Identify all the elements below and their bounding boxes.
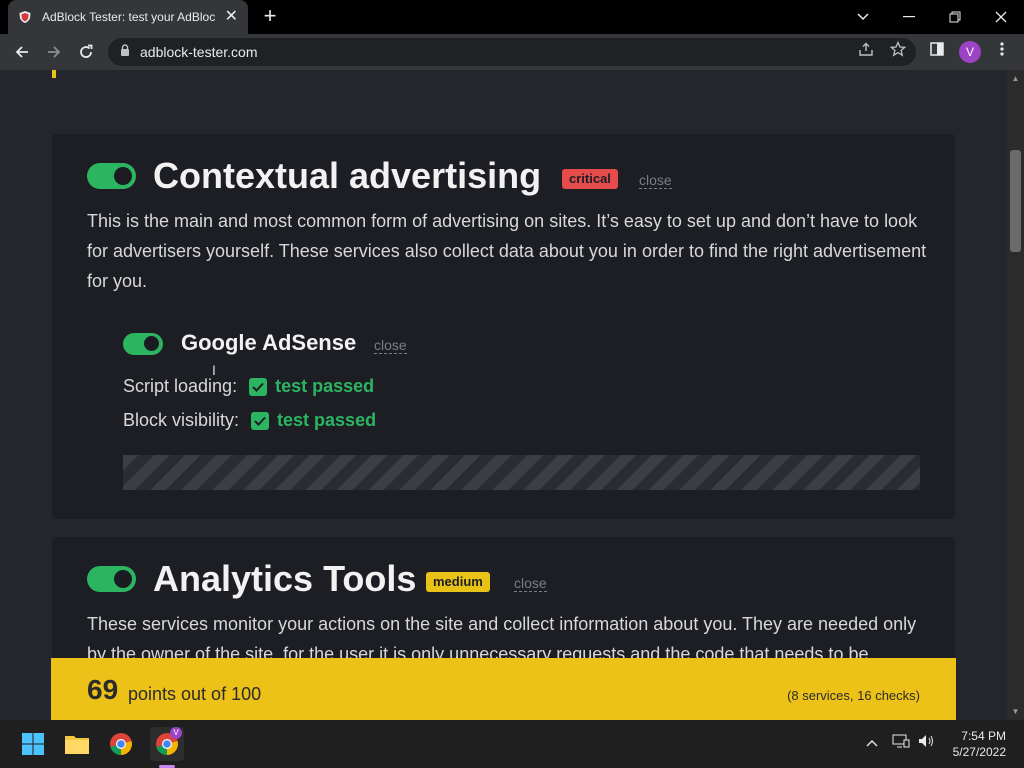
service-toggle-google-adsense[interactable] — [123, 333, 163, 355]
checkmark-icon — [249, 377, 268, 396]
browser-menu-icon[interactable] — [993, 40, 1011, 58]
share-icon[interactable] — [857, 40, 875, 58]
check-label: Block visibility: — [123, 410, 240, 430]
previous-section-accent — [52, 70, 56, 78]
page-scrollbar[interactable]: ▲ ▼ — [1007, 70, 1024, 720]
windows-start-icon[interactable] — [19, 730, 47, 758]
clock-time: 7:54 PM — [961, 729, 1006, 743]
clock-date: 5/27/2022 — [952, 745, 1006, 759]
check-result: test passed — [275, 376, 375, 396]
back-arrow-icon[interactable] — [10, 40, 34, 64]
profile-avatar[interactable]: V — [959, 41, 981, 63]
checkmark-icon — [251, 411, 270, 430]
chrome-profile-taskbar-icon[interactable]: V — [150, 727, 184, 761]
tab-close-icon[interactable]: ✕ — [225, 9, 238, 25]
volume-icon[interactable] — [918, 734, 936, 751]
address-bar[interactable]: adblock-tester.com — [108, 38, 916, 66]
tab-title: AdBlock Tester: test your AdBlock — [42, 10, 215, 24]
page-viewport: Contextual advertising critical close Th… — [0, 70, 1007, 720]
section-title: Analytics Tools — [153, 558, 417, 599]
service-title: Google AdSense — [181, 330, 357, 355]
file-explorer-icon[interactable] — [63, 730, 91, 758]
section-close-link[interactable]: close — [514, 575, 547, 592]
url-text: adblock-tester.com — [140, 44, 258, 60]
section-toggle-analytics-tools[interactable] — [87, 566, 136, 592]
score-points: 69 — [87, 674, 119, 705]
side-panel-icon[interactable] — [928, 40, 946, 58]
score-bar: 69 points out of 100 (8 services, 16 che… — [51, 658, 956, 720]
browser-toolbar: adblock-tester.com V — [0, 34, 1024, 70]
ad-block-placeholder — [123, 455, 920, 490]
reload-icon[interactable] — [74, 40, 98, 64]
tab-search-chevron-icon[interactable] — [840, 0, 886, 34]
chrome-icon[interactable] — [107, 730, 135, 758]
scroll-down-arrow-icon[interactable]: ▼ — [1011, 707, 1020, 716]
forward-arrow-icon[interactable] — [42, 40, 66, 64]
section-close-link[interactable]: close — [639, 172, 672, 189]
scroll-thumb[interactable] — [1010, 150, 1021, 252]
browser-tab-active[interactable]: AdBlock Tester: test your AdBlock ✕ — [8, 0, 248, 34]
window-close-icon[interactable] — [978, 0, 1024, 34]
restore-icon[interactable] — [932, 0, 978, 34]
score-label: points out of 100 — [128, 684, 262, 704]
section-toggle-contextual-advertising[interactable] — [87, 163, 136, 189]
bookmark-star-icon[interactable] — [889, 40, 907, 58]
score-summary: (8 services, 16 checks) — [787, 688, 920, 703]
adblock-shield-icon — [18, 10, 32, 24]
browser-tab-bar: AdBlock Tester: test your AdBlock ✕ + — [0, 0, 1024, 34]
service-close-link[interactable]: close — [374, 337, 407, 354]
check-result: test passed — [277, 410, 377, 430]
section-card-contextual-advertising: Contextual advertising critical close Th… — [52, 134, 955, 519]
section-description: This is the main and most common form of… — [87, 211, 927, 291]
network-icon[interactable] — [892, 734, 910, 751]
severity-badge-medium: medium — [426, 572, 490, 592]
check-row-script-loading: Script loading: test passed — [123, 376, 374, 397]
section-title: Contextual advertising — [153, 155, 542, 196]
check-label: Script loading: — [123, 376, 238, 396]
severity-badge-critical: critical — [562, 169, 618, 189]
text-cursor-icon: I — [212, 362, 216, 378]
lock-icon[interactable] — [120, 43, 130, 61]
os-taskbar: V 7:54 PM 5/27/2022 — [0, 720, 1024, 768]
new-tab-plus-icon[interactable]: + — [258, 5, 282, 28]
scroll-up-arrow-icon[interactable]: ▲ — [1011, 74, 1020, 83]
check-row-block-visibility: Block visibility: test passed — [123, 410, 376, 431]
tray-chevron-up-icon[interactable] — [866, 734, 878, 750]
system-clock[interactable]: 7:54 PM 5/27/2022 — [953, 728, 1006, 760]
minimize-icon[interactable] — [886, 0, 932, 34]
